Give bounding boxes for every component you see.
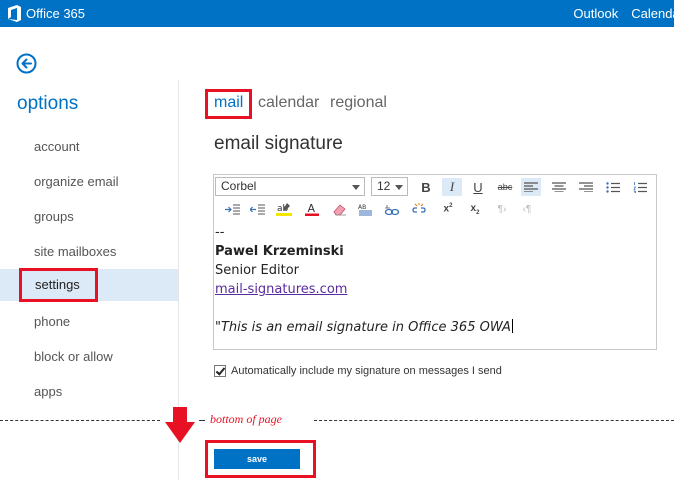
signature-blank-line <box>215 299 655 318</box>
tab-calendar[interactable]: calendar <box>258 94 319 112</box>
editor-toolbar: Corbel 12 B I U abc ab A AB x2 x2 ¶› ‹¶ <box>214 175 656 221</box>
save-button[interactable]: save <box>214 449 300 469</box>
numbered-list-icon[interactable] <box>630 178 650 196</box>
signature-name: Pawel Krzeminski <box>215 244 344 259</box>
sidebar-item-block-or-allow[interactable]: block or allow <box>17 342 178 372</box>
paragraph-style-icon[interactable]: AB <box>355 200 375 218</box>
insert-link-icon[interactable] <box>382 200 402 218</box>
page-end-dashed-line-left <box>0 420 160 421</box>
signature-separator: -- <box>215 225 225 240</box>
svg-text:A: A <box>308 202 316 215</box>
top-nav: Outlook Calendar <box>560 0 674 27</box>
brand-name: Office 365 <box>26 6 86 21</box>
highlight-color-icon[interactable]: ab <box>274 200 294 218</box>
bold-icon[interactable]: B <box>416 178 436 196</box>
signature-role: Senior Editor <box>215 263 300 278</box>
bulleted-list-icon[interactable] <box>603 178 623 196</box>
tab-mail[interactable]: mail <box>214 94 243 112</box>
down-arrow-icon <box>165 407 195 448</box>
indent-decrease-icon[interactable] <box>247 200 267 218</box>
sidebar-item-settings[interactable]: settings <box>0 269 178 301</box>
font-size-select[interactable]: 12 <box>371 177 408 196</box>
back-arrow-icon[interactable] <box>16 53 37 74</box>
sidebar-item-organize-email[interactable]: organize email <box>17 167 178 197</box>
align-right-icon[interactable] <box>576 178 596 196</box>
auto-include-checkbox[interactable] <box>214 365 226 377</box>
align-center-icon[interactable] <box>549 178 569 196</box>
remove-link-icon[interactable] <box>409 200 429 218</box>
top-nav-calendar[interactable]: Calendar <box>631 6 674 21</box>
auto-include-row: Automatically include my signature on me… <box>214 365 502 377</box>
sidebar-item-groups[interactable]: groups <box>17 202 178 232</box>
text-cursor <box>511 319 513 333</box>
ltr-direction-icon[interactable]: ¶› <box>492 200 512 218</box>
font-family-select[interactable]: Corbel <box>215 177 365 196</box>
sidebar-item-site-mailboxes[interactable]: site mailboxes <box>17 237 178 267</box>
italic-icon[interactable]: I <box>442 178 462 196</box>
page-end-dashed-line-mid <box>199 420 205 421</box>
clear-formatting-icon[interactable] <box>329 200 349 218</box>
signature-quote: "This is an email signature in Office 36… <box>215 320 511 335</box>
sidebar-item-apps[interactable]: apps <box>17 377 178 407</box>
page-end-dashed-line-right <box>314 420 674 421</box>
align-left-icon[interactable] <box>521 178 541 196</box>
superscript-icon[interactable]: x2 <box>438 200 458 218</box>
tab-regional[interactable]: regional <box>330 94 387 112</box>
bottom-of-page-label: bottom of page <box>210 412 282 426</box>
chevron-down-icon <box>352 185 360 190</box>
strikethrough-icon[interactable]: abc <box>495 178 515 196</box>
subscript-icon[interactable]: x2 <box>465 200 485 218</box>
signature-link[interactable]: mail-signatures.com <box>215 280 655 299</box>
signature-content[interactable]: -- Pawel Krzeminski Senior Editor mail-s… <box>215 223 655 337</box>
rtl-direction-icon[interactable]: ‹¶ <box>517 200 537 218</box>
font-size-value: 12 <box>377 179 391 193</box>
chevron-down-icon <box>395 185 403 190</box>
auto-include-label: Automatically include my signature on me… <box>231 365 502 377</box>
svg-text:AB: AB <box>358 204 366 211</box>
font-family-value: Corbel <box>221 179 257 193</box>
sidebar-item-account[interactable]: account <box>17 132 178 162</box>
subscript-glyph-icon: x2 <box>470 202 480 216</box>
brand[interactable]: Office 365 <box>6 5 85 22</box>
top-nav-outlook[interactable]: Outlook <box>573 6 618 21</box>
sidebar-item-phone[interactable]: phone <box>17 307 178 337</box>
office-logo-icon <box>6 5 22 22</box>
top-bar: Office 365 Outlook Calendar <box>0 0 674 27</box>
font-color-icon[interactable]: A <box>302 200 322 218</box>
superscript-glyph-icon: x2 <box>443 203 453 215</box>
signature-editor[interactable]: Corbel 12 B I U abc ab A AB x2 x2 ¶› ‹¶ … <box>213 174 657 350</box>
section-title: email signature <box>214 133 343 154</box>
options-title: options <box>17 93 79 114</box>
underline-icon[interactable]: U <box>468 178 488 196</box>
indent-increase-icon[interactable] <box>222 200 242 218</box>
